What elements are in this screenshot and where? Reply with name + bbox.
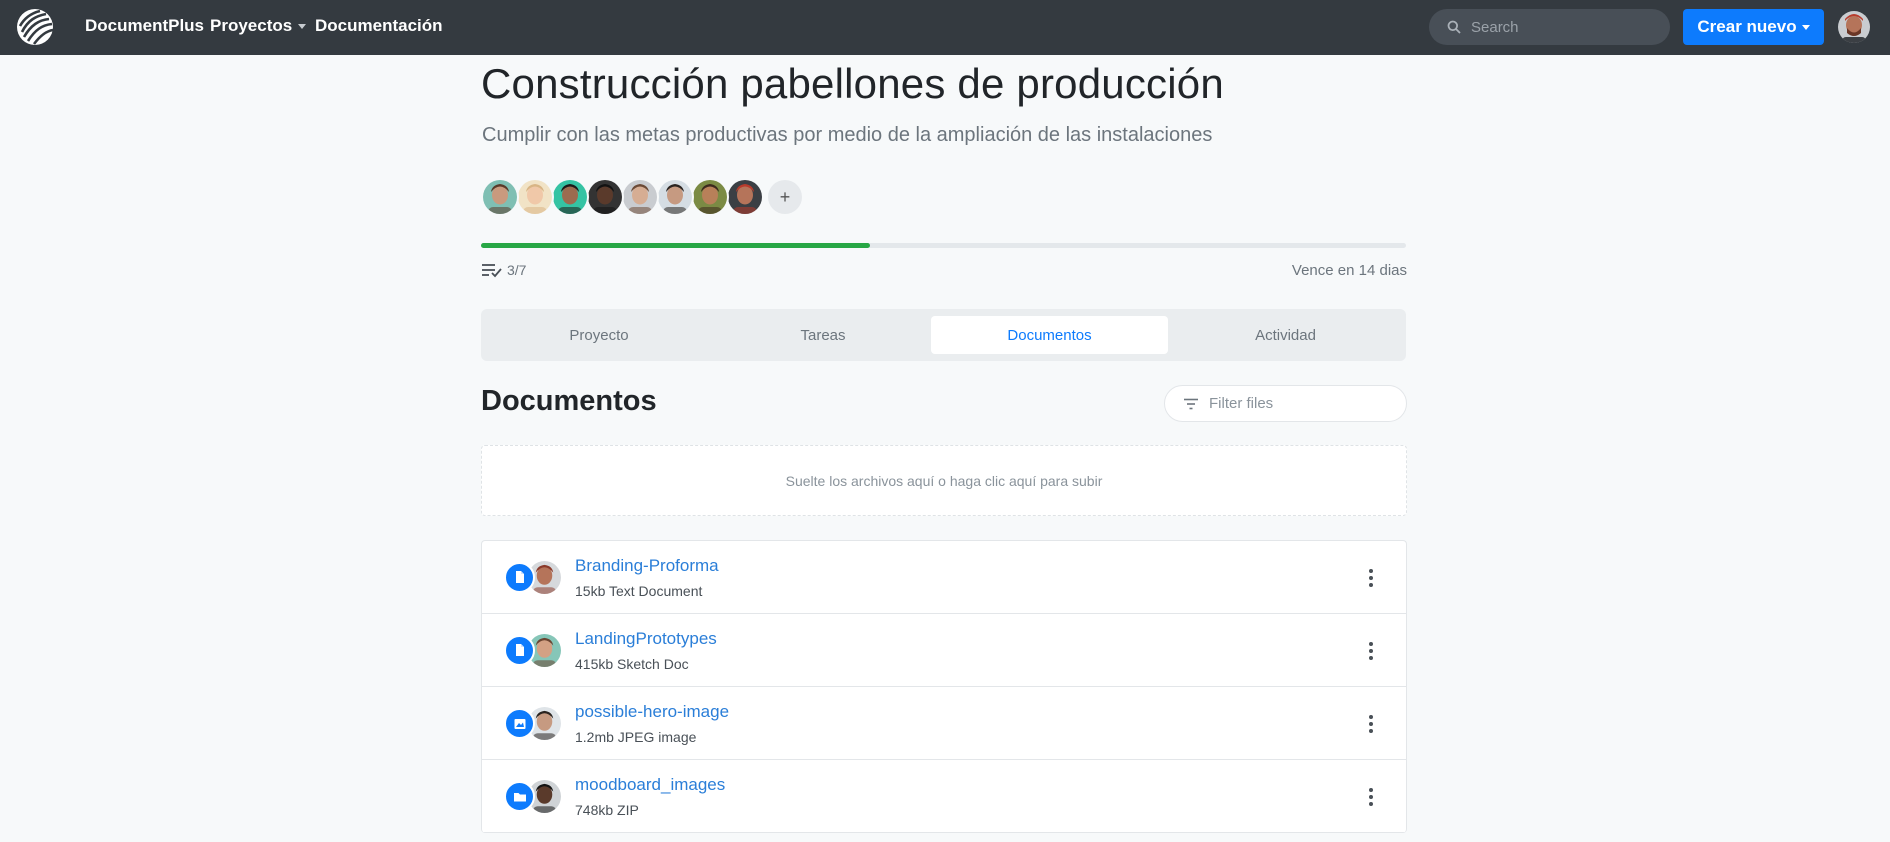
- file-row[interactable]: LandingPrototypes 415kb Sketch Doc: [482, 614, 1406, 687]
- tasks-count-label: 3/7: [507, 262, 527, 278]
- member-avatar[interactable]: [726, 178, 764, 216]
- file-row[interactable]: possible-hero-image 1.2mb JPEG image: [482, 687, 1406, 760]
- file-name-link[interactable]: LandingPrototypes: [575, 629, 717, 649]
- member-avatar[interactable]: [551, 178, 589, 216]
- project-tabs: Proyecto Tareas Documentos Actividad: [481, 309, 1406, 361]
- file-name-link[interactable]: moodboard_images: [575, 775, 725, 795]
- add-member-button[interactable]: +: [768, 180, 802, 214]
- file-meta: 1.2mb JPEG image: [575, 729, 697, 745]
- image-icon: [504, 708, 535, 739]
- more-options-icon[interactable]: [1361, 713, 1381, 735]
- documents-heading: Documentos: [481, 385, 657, 417]
- nav-link-documentacion[interactable]: Documentación: [315, 16, 443, 36]
- file-name-link[interactable]: Branding-Proforma: [575, 556, 719, 576]
- file-meta: 415kb Sketch Doc: [575, 656, 689, 672]
- user-avatar-image: [1838, 11, 1870, 43]
- project-progress-fill: [481, 243, 870, 248]
- member-avatar[interactable]: [481, 178, 519, 216]
- member-avatar[interactable]: [516, 178, 554, 216]
- tasks-count: 3/7: [481, 262, 526, 278]
- file-meta: 748kb ZIP: [575, 802, 639, 818]
- tab-actividad[interactable]: Actividad: [1173, 316, 1398, 354]
- filter-icon: [1184, 398, 1198, 409]
- member-avatar[interactable]: [656, 178, 694, 216]
- checklist-icon: [482, 264, 502, 278]
- top-navbar: DocumentPlus Proyectos Documentación Cre…: [0, 0, 1890, 55]
- create-new-label: Crear nuevo: [1697, 17, 1797, 36]
- chevron-down-icon: [298, 24, 307, 30]
- more-options-icon[interactable]: [1361, 786, 1381, 808]
- search-icon: [1447, 20, 1461, 34]
- tab-proyecto[interactable]: Proyecto: [489, 316, 709, 354]
- page-subtitle: Cumplir con las metas productivas por me…: [482, 124, 1213, 146]
- document-icon: [504, 562, 535, 593]
- tab-documentos[interactable]: Documentos: [931, 316, 1168, 354]
- create-new-button[interactable]: Crear nuevo: [1683, 9, 1824, 45]
- due-date: Vence en 14 dias: [1291, 262, 1407, 279]
- document-icon: [504, 635, 535, 666]
- member-avatar[interactable]: [691, 178, 729, 216]
- chevron-down-icon: [1801, 24, 1810, 30]
- more-options-icon[interactable]: [1361, 567, 1381, 589]
- page-title: Construcción pabellones de producción: [481, 60, 1224, 107]
- project-progress-bar: [481, 243, 1406, 248]
- member-avatar[interactable]: [621, 178, 659, 216]
- filter-box: [1164, 385, 1407, 422]
- folder-icon: [504, 781, 535, 812]
- file-dropzone[interactable]: Suelte los archivos aquí o haga clic aqu…: [481, 445, 1407, 516]
- nav-brand-link[interactable]: DocumentPlus: [85, 16, 204, 36]
- file-meta: 15kb Text Document: [575, 583, 703, 599]
- tab-tareas[interactable]: Tareas: [713, 316, 933, 354]
- nav-link-proyectos[interactable]: Proyectos: [210, 16, 307, 36]
- search-input[interactable]: [1471, 18, 1661, 36]
- nav-link-proyectos-label: Proyectos: [210, 16, 293, 35]
- brand-logo-icon[interactable]: [16, 8, 54, 46]
- file-row[interactable]: Branding-Proforma 15kb Text Document: [482, 541, 1406, 614]
- search-box: [1429, 9, 1670, 45]
- member-avatar[interactable]: [586, 178, 624, 216]
- more-options-icon[interactable]: [1361, 640, 1381, 662]
- file-list: Branding-Proforma 15kb Text Document Landi…: [481, 540, 1407, 833]
- filter-files-input[interactable]: [1209, 395, 1399, 412]
- user-avatar[interactable]: [1838, 11, 1870, 43]
- file-row[interactable]: moodboard_images 748kb ZIP: [482, 760, 1406, 833]
- file-name-link[interactable]: possible-hero-image: [575, 702, 729, 722]
